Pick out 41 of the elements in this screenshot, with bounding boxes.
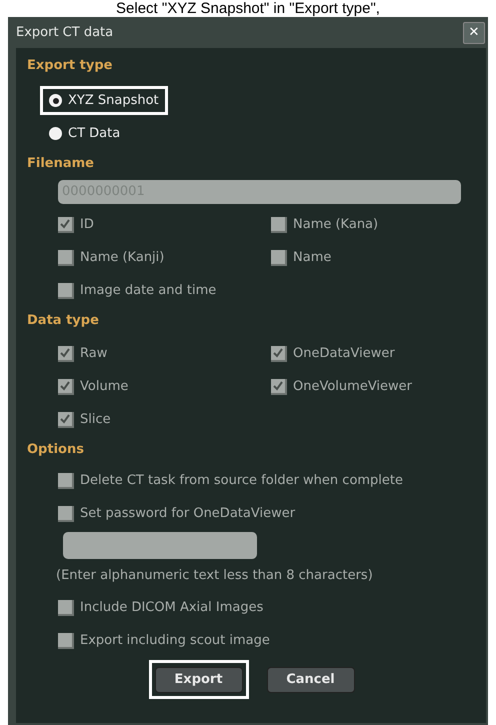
checkbox[interactable] bbox=[58, 506, 74, 522]
checkbox-label: Include DICOM Axial Images bbox=[80, 598, 264, 617]
checkbox[interactable] bbox=[271, 378, 287, 394]
checkbox-label: Image date and time bbox=[80, 282, 216, 300]
dialog-button[interactable]: Export bbox=[154, 666, 242, 693]
dialog-button[interactable]: Cancel bbox=[266, 666, 354, 693]
checkbox-label: Raw bbox=[80, 344, 108, 363]
window-title: Export CT data bbox=[16, 24, 114, 42]
checkbox-label: OneVolumeViewer bbox=[293, 378, 412, 396]
section-heading: Export type bbox=[27, 57, 114, 75]
password-field[interactable] bbox=[63, 532, 257, 559]
checkbox-label: Slice bbox=[80, 410, 111, 429]
checkbox[interactable] bbox=[58, 600, 74, 616]
checkbox-label: ID bbox=[80, 216, 94, 234]
checkbox[interactable] bbox=[58, 632, 74, 648]
checkbox[interactable] bbox=[271, 250, 287, 266]
section-heading: Data type bbox=[27, 312, 100, 330]
checkbox[interactable] bbox=[58, 250, 74, 266]
caption-text: Select "XYZ Snapshot" in "Export type", bbox=[116, 0, 380, 17]
checkbox-label: Delete CT task from source folder when complete bbox=[80, 472, 404, 490]
checkbox-label: Volume bbox=[80, 378, 128, 396]
checkbox-label: Name (Kana) bbox=[293, 216, 378, 234]
section-heading: Filename bbox=[27, 155, 95, 173]
checkbox[interactable] bbox=[58, 282, 74, 298]
hint-text: (Enter alphanumeric text less than 8 characters) bbox=[55, 567, 374, 586]
checkbox[interactable] bbox=[58, 412, 74, 428]
radio-option[interactable]: CT Data bbox=[40, 119, 130, 148]
checkbox[interactable] bbox=[271, 346, 287, 362]
checkbox-label: Set password for OneDataViewer bbox=[80, 504, 296, 523]
checkbox-label: Export including scout image bbox=[80, 632, 270, 650]
checkbox-label: Name bbox=[293, 248, 332, 267]
radio-option[interactable]: XYZ Snapshot bbox=[40, 86, 168, 115]
checkbox-label: OneDataViewer bbox=[293, 344, 395, 363]
checkbox[interactable] bbox=[271, 216, 287, 232]
checkbox[interactable] bbox=[58, 378, 74, 394]
section-heading: Options bbox=[27, 441, 85, 459]
checkbox[interactable] bbox=[58, 216, 74, 232]
checkbox[interactable] bbox=[58, 472, 74, 488]
close-button[interactable]: ✕ bbox=[463, 22, 485, 44]
checkbox-label: Name (Kanji) bbox=[80, 248, 164, 267]
checkbox[interactable] bbox=[58, 346, 74, 362]
